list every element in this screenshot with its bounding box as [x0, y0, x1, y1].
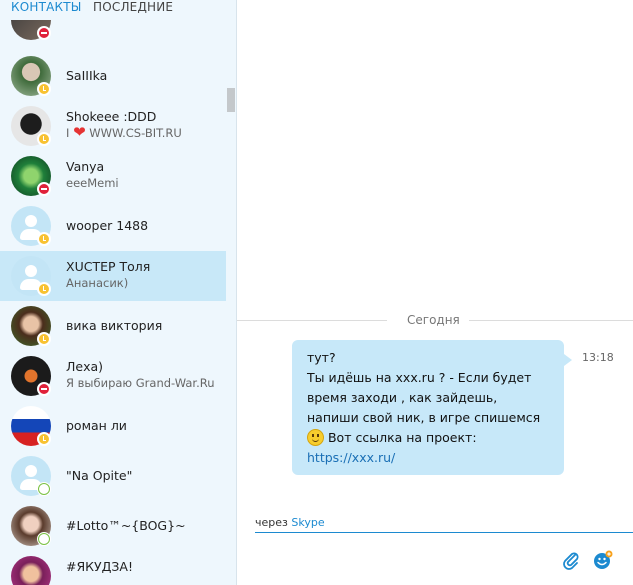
status-dnd-icon	[37, 182, 51, 196]
heart-icon: ❤	[73, 123, 86, 141]
tab-recent[interactable]: ПОСЛЕДНИЕ	[93, 0, 173, 14]
status-offline-icon	[37, 532, 51, 546]
contact-item[interactable]: SaIIIka	[0, 51, 226, 101]
contact-name: вика виктория	[66, 318, 163, 333]
contact-item[interactable]: Леха) Я выбираю Grand-War.Ru	[0, 351, 226, 401]
contact-name: SaIIIka	[66, 68, 108, 83]
contact-name: #ЯКУДЗА!	[66, 559, 133, 574]
contact-name: Shokeee :DDD	[66, 109, 157, 124]
status-away-icon	[37, 332, 51, 346]
contact-name: #Lotto™~{BOG}~	[66, 518, 186, 533]
contact-list[interactable]: SaIIIka Shokeee :DDD I ❤ WWW.CS-BIT.RU V…	[0, 0, 226, 585]
contact-name: роман ли	[66, 418, 127, 433]
contact-item[interactable]: #ЯКУДЗА!	[0, 551, 226, 585]
contact-name: "Na Opite"	[66, 468, 133, 483]
status-away-icon	[37, 432, 51, 446]
mood-text: WWW.CS-BIT.RU	[89, 126, 182, 140]
message-line: тут?	[307, 350, 336, 365]
message-line: напиши свой ник, в игре спишемся	[307, 410, 541, 425]
status-offline-icon	[37, 482, 51, 496]
status-dnd-icon	[37, 382, 51, 396]
contact-mood: eeeMemi	[66, 176, 119, 190]
message-bubble[interactable]: тут? Ты идёшь на xxx.ru ? - Если будет в…	[292, 340, 572, 475]
contact-name: Леха)	[66, 359, 104, 374]
contact-item[interactable]: вика виктория	[0, 301, 226, 351]
contact-mood: I ❤ WWW.CS-BIT.RU	[66, 123, 182, 141]
divider-line	[469, 320, 633, 321]
via-brand-link[interactable]: Skype	[291, 516, 324, 529]
status-away-icon	[37, 132, 51, 146]
contact-item[interactable]: Shokeee :DDD I ❤ WWW.CS-BIT.RU	[0, 101, 226, 151]
contact-item[interactable]: роман ли	[0, 401, 226, 451]
avatar	[11, 556, 51, 585]
message-link[interactable]: https://xxx.ru/	[307, 450, 395, 465]
status-away-icon	[37, 232, 51, 246]
status-away-icon	[37, 282, 51, 296]
paperclip-icon[interactable]	[560, 549, 582, 571]
message-text: Вот ссылка на проект:	[327, 430, 477, 445]
contact-item[interactable]: #Lotto™~{BOG}~	[0, 501, 226, 551]
contact-tabs: КОНТАКТЫ ПОСЛЕДНИЕ	[0, 0, 236, 20]
compose-via-label: через Skype	[255, 516, 325, 529]
contact-name: XUCTEP Толя	[66, 259, 151, 274]
message-timestamp: 13:18	[582, 351, 614, 364]
contact-item[interactable]: Vanya eeeMemi	[0, 151, 226, 201]
smiley-icon	[307, 429, 324, 446]
contacts-panel: SaIIIka Shokeee :DDD I ❤ WWW.CS-BIT.RU V…	[0, 0, 237, 585]
emoticon-icon[interactable]	[592, 549, 614, 571]
via-prefix: через	[255, 516, 288, 529]
date-divider: Сегодня	[407, 313, 460, 327]
status-dnd-icon	[37, 26, 51, 40]
message-line: Вот ссылка на проект:	[307, 428, 564, 448]
contact-item[interactable]: wooper 1488	[0, 201, 226, 251]
mood-prefix: I	[66, 126, 70, 140]
contact-item-selected[interactable]: XUCTEP Толя Ананасик)	[0, 251, 226, 301]
skype-window: SaIIIka Shokeee :DDD I ❤ WWW.CS-BIT.RU V…	[0, 0, 633, 585]
tab-contacts[interactable]: КОНТАКТЫ	[11, 0, 82, 14]
contact-mood: Ананасик)	[66, 276, 129, 290]
scrollbar-thumb[interactable]	[227, 88, 235, 112]
conversation-panel: Сегодня тут? Ты идёшь на xxx.ru ? - Если…	[237, 0, 633, 585]
message-line: время заходи , как зайдешь,	[307, 390, 498, 405]
contact-name: wooper 1488	[66, 218, 149, 233]
contact-name: Vanya	[66, 159, 105, 174]
status-away-icon	[37, 82, 51, 96]
contact-mood: Я выбираю Grand-War.Ru	[66, 376, 215, 390]
message-input[interactable]	[255, 532, 633, 533]
divider-line	[237, 320, 387, 321]
message-line: Ты идёшь на xxx.ru ? - Если будет	[307, 370, 532, 385]
contact-item[interactable]: "Na Opite"	[0, 451, 226, 501]
